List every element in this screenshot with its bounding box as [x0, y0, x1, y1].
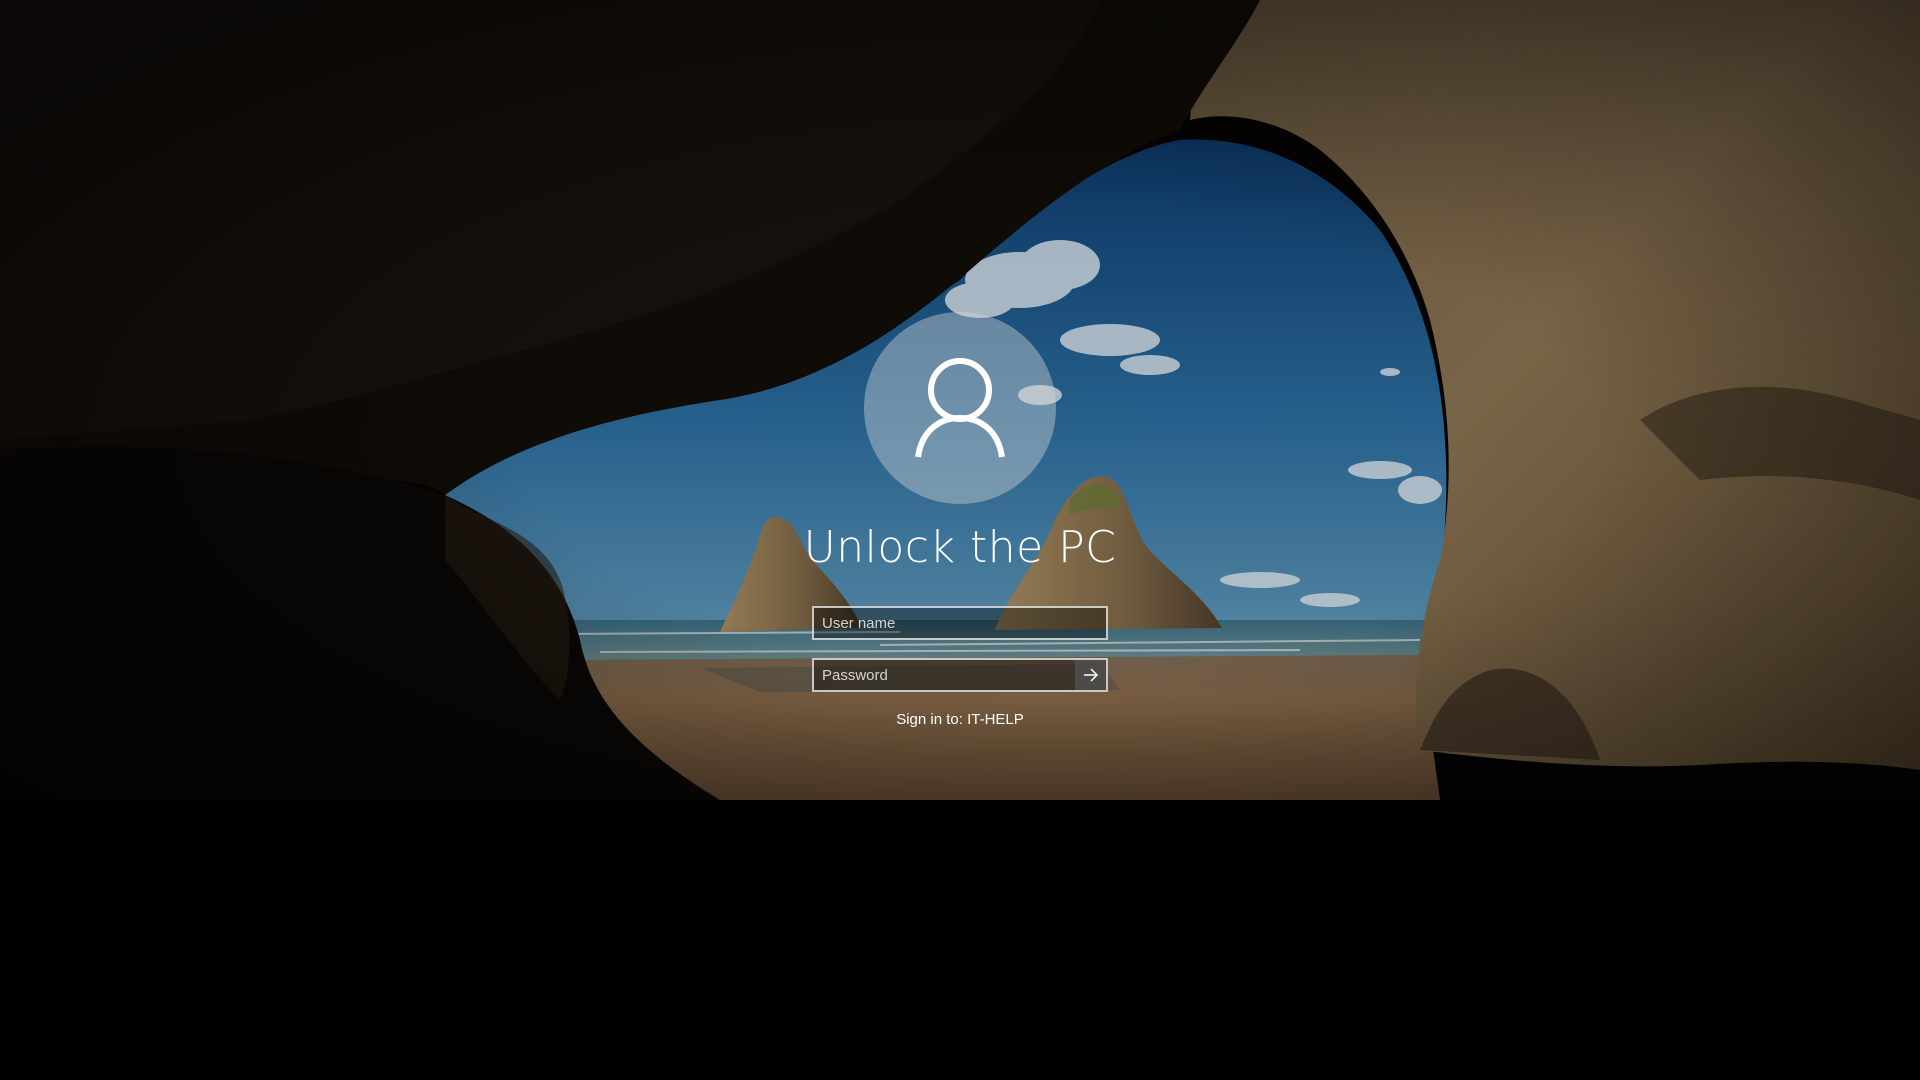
arrow-right-icon: [1083, 668, 1099, 682]
password-field[interactable]: [812, 658, 1108, 692]
username-field[interactable]: [812, 606, 1108, 640]
page-title: Unlock the PC: [803, 522, 1117, 573]
lock-screen: Unlock the PC Sign in to: IT-HELP: [0, 0, 1920, 1080]
user-icon: [912, 356, 1008, 460]
sign-in-target-label: Sign in to: IT-HELP: [896, 711, 1024, 728]
user-avatar: [864, 312, 1056, 504]
submit-button[interactable]: [1075, 660, 1106, 690]
bottom-black-band: [0, 800, 1920, 1080]
